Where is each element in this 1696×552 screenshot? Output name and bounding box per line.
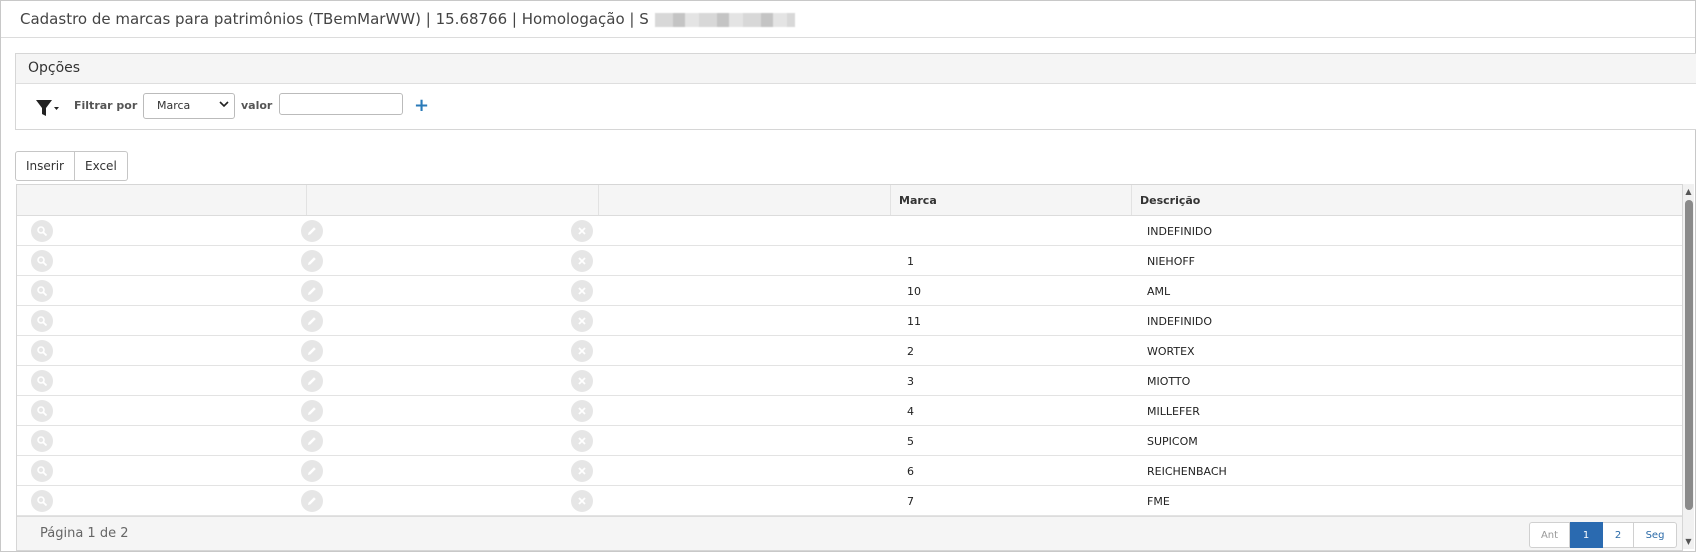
vertical-scrollbar[interactable]: ▲ ▼ bbox=[1683, 184, 1694, 549]
options-header[interactable]: Opções bbox=[16, 54, 1696, 84]
delete-icon[interactable] bbox=[571, 280, 593, 302]
table-row[interactable]: 6 REICHENBACH bbox=[17, 456, 1682, 486]
cell-marca: 7 bbox=[907, 495, 914, 508]
cell-descricao: REICHENBACH bbox=[1147, 465, 1227, 478]
excel-button[interactable]: Excel bbox=[74, 151, 128, 181]
edit-icon[interactable] bbox=[301, 490, 323, 512]
pager-page-1[interactable]: 1 bbox=[1570, 522, 1603, 548]
cell-marca: 4 bbox=[907, 405, 914, 418]
search-icon[interactable] bbox=[31, 280, 53, 302]
edit-icon[interactable] bbox=[301, 370, 323, 392]
data-grid: Marca Descrição INDEFINIDO 1 NIEHOFF 10 AML 1… bbox=[16, 184, 1683, 551]
search-icon[interactable] bbox=[31, 220, 53, 242]
grid-footer: Página 1 de 2 Ant 1 2 Seg bbox=[17, 516, 1682, 550]
edit-icon[interactable] bbox=[301, 220, 323, 242]
cell-descricao: INDEFINIDO bbox=[1147, 225, 1213, 238]
delete-icon[interactable] bbox=[571, 250, 593, 272]
filter-icon[interactable] bbox=[34, 97, 60, 119]
valor-input[interactable] bbox=[279, 93, 403, 115]
filter-select-value: Marca bbox=[157, 99, 191, 112]
cell-descricao: INDEFINIDO bbox=[1147, 315, 1213, 328]
table-row[interactable]: 11 INDEFINIDO bbox=[17, 306, 1682, 336]
edit-icon[interactable] bbox=[301, 340, 323, 362]
cell-descricao: WORTEX bbox=[1147, 345, 1195, 358]
delete-icon[interactable] bbox=[571, 490, 593, 512]
table-row[interactable]: 3 MIOTTO bbox=[17, 366, 1682, 396]
search-icon[interactable] bbox=[31, 460, 53, 482]
delete-icon[interactable] bbox=[571, 310, 593, 332]
delete-icon[interactable] bbox=[571, 460, 593, 482]
edit-icon[interactable] bbox=[301, 400, 323, 422]
toolbar: Inserir Excel bbox=[15, 151, 128, 181]
delete-icon[interactable] bbox=[571, 370, 593, 392]
delete-icon[interactable] bbox=[571, 430, 593, 452]
table-row[interactable]: 4 MILLEFER bbox=[17, 396, 1682, 426]
column-separator bbox=[598, 185, 599, 215]
valor-label: valor bbox=[241, 99, 273, 112]
table-row[interactable]: INDEFINIDO bbox=[17, 216, 1682, 246]
cell-descricao: SUPICOM bbox=[1147, 435, 1198, 448]
edit-icon[interactable] bbox=[301, 310, 323, 332]
search-icon[interactable] bbox=[31, 400, 53, 422]
table-row[interactable]: 10 AML bbox=[17, 276, 1682, 306]
pager-prev[interactable]: Ant bbox=[1529, 522, 1570, 548]
chevron-down-icon bbox=[219, 101, 229, 108]
plus-icon[interactable]: + bbox=[414, 95, 429, 116]
cell-marca: 3 bbox=[907, 375, 914, 388]
cell-descricao: AML bbox=[1147, 285, 1171, 298]
grid-body: INDEFINIDO 1 NIEHOFF 10 AML 11 INDEFINIDO 2 WORT… bbox=[17, 216, 1682, 516]
table-row[interactable]: 5 SUPICOM bbox=[17, 426, 1682, 456]
title-bar: Cadastro de marcas para patrimônios (TBe… bbox=[1, 1, 1695, 38]
scrollbar-thumb[interactable] bbox=[1685, 200, 1693, 510]
redacted-block bbox=[654, 12, 795, 27]
filter-select[interactable]: Marca bbox=[143, 93, 235, 119]
cell-descricao: MILLEFER bbox=[1147, 405, 1200, 418]
table-row[interactable]: 1 NIEHOFF bbox=[17, 246, 1682, 276]
search-icon[interactable] bbox=[31, 370, 53, 392]
cell-marca: 5 bbox=[907, 435, 914, 448]
search-icon[interactable] bbox=[31, 250, 53, 272]
pager: Ant 1 2 Seg bbox=[1529, 522, 1677, 548]
pager-page-2[interactable]: 2 bbox=[1603, 522, 1634, 548]
edit-icon[interactable] bbox=[301, 430, 323, 452]
column-separator bbox=[890, 185, 891, 215]
window-title: Cadastro de marcas para patrimônios (TBe… bbox=[20, 10, 795, 28]
column-separator bbox=[306, 185, 307, 215]
column-header-descricao[interactable]: Descrição bbox=[1140, 194, 1200, 207]
edit-icon[interactable] bbox=[301, 460, 323, 482]
column-header-marca[interactable]: Marca bbox=[899, 194, 937, 207]
cell-marca: 11 bbox=[907, 315, 921, 328]
insert-button[interactable]: Inserir bbox=[15, 151, 75, 181]
delete-icon[interactable] bbox=[571, 400, 593, 422]
cell-marca: 1 bbox=[907, 255, 914, 268]
column-separator bbox=[1131, 185, 1132, 215]
window-title-text: Cadastro de marcas para patrimônios (TBe… bbox=[20, 10, 649, 28]
table-row[interactable]: 7 FME bbox=[17, 486, 1682, 516]
page-info: Página 1 de 2 bbox=[40, 526, 129, 541]
delete-icon[interactable] bbox=[571, 340, 593, 362]
search-icon[interactable] bbox=[31, 490, 53, 512]
cell-marca: 2 bbox=[907, 345, 914, 358]
cell-descricao: NIEHOFF bbox=[1147, 255, 1196, 268]
edit-icon[interactable] bbox=[301, 250, 323, 272]
search-icon[interactable] bbox=[31, 430, 53, 452]
search-icon[interactable] bbox=[31, 340, 53, 362]
filter-row: Filtrar por Marca valor + bbox=[16, 84, 1696, 129]
search-icon[interactable] bbox=[31, 310, 53, 332]
cell-marca: 10 bbox=[907, 285, 921, 298]
cell-descricao: FME bbox=[1147, 495, 1170, 508]
options-panel: Opções Filtrar por Marca valor + bbox=[15, 53, 1696, 130]
delete-icon[interactable] bbox=[571, 220, 593, 242]
edit-icon[interactable] bbox=[301, 280, 323, 302]
table-row[interactable]: 2 WORTEX bbox=[17, 336, 1682, 366]
scroll-down-icon[interactable]: ▼ bbox=[1683, 536, 1694, 547]
cell-marca: 6 bbox=[907, 465, 914, 478]
filter-label: Filtrar por bbox=[74, 99, 138, 112]
grid-header: Marca Descrição bbox=[17, 185, 1682, 216]
pager-next[interactable]: Seg bbox=[1634, 522, 1677, 548]
options-title: Opções bbox=[28, 60, 81, 76]
cell-descricao: MIOTTO bbox=[1147, 375, 1191, 388]
scroll-up-icon[interactable]: ▲ bbox=[1683, 186, 1694, 197]
